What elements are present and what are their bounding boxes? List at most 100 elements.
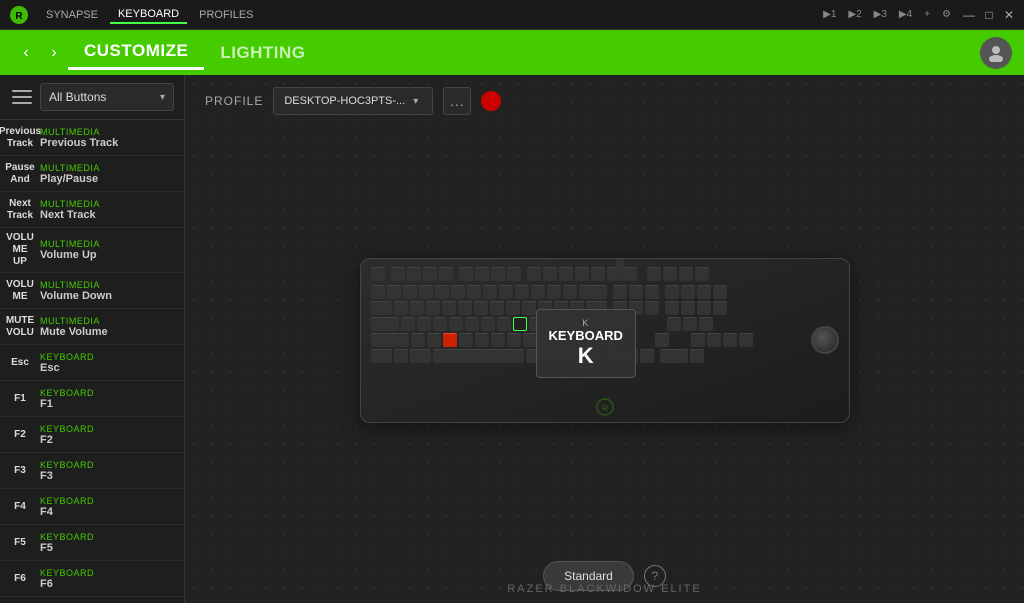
key-v[interactable] bbox=[459, 333, 473, 347]
close-button[interactable]: ✕ bbox=[1002, 8, 1016, 22]
user-avatar[interactable] bbox=[980, 37, 1012, 69]
key-2[interactable] bbox=[403, 285, 417, 299]
key-num0[interactable] bbox=[660, 349, 688, 363]
key-q[interactable] bbox=[394, 301, 408, 315]
tab-customize[interactable]: CUSTOMIZE bbox=[68, 35, 204, 70]
key-numplus[interactable] bbox=[713, 301, 727, 315]
key-s[interactable] bbox=[417, 317, 431, 331]
key-j[interactable] bbox=[497, 317, 511, 331]
back-button[interactable]: ‹ bbox=[12, 39, 40, 67]
key-num5[interactable] bbox=[683, 317, 697, 331]
key-c[interactable] bbox=[443, 333, 457, 347]
key-esc[interactable] bbox=[371, 267, 385, 281]
key-f1[interactable] bbox=[391, 267, 405, 281]
key-numlock[interactable] bbox=[665, 285, 679, 299]
key-media2[interactable] bbox=[663, 267, 677, 281]
sidebar-item-13[interactable]: F7 KEYBOARD F7 bbox=[0, 597, 184, 603]
volume-knob[interactable] bbox=[811, 326, 839, 354]
key-8[interactable] bbox=[499, 285, 513, 299]
synapse-tab[interactable]: SYNAPSE bbox=[38, 7, 106, 23]
add-profile-icon[interactable]: + bbox=[919, 7, 935, 22]
key-6[interactable] bbox=[467, 285, 481, 299]
key-numenter[interactable] bbox=[739, 333, 753, 347]
key-f3[interactable] bbox=[423, 267, 437, 281]
key-f10[interactable] bbox=[543, 267, 557, 281]
key-x[interactable] bbox=[427, 333, 441, 347]
key-t[interactable] bbox=[458, 301, 472, 315]
key-numdot[interactable] bbox=[690, 349, 704, 363]
key-numdiv[interactable] bbox=[681, 285, 695, 299]
key-lctrl[interactable] bbox=[371, 349, 392, 363]
forward-button[interactable]: › bbox=[40, 39, 68, 67]
sidebar-item-2[interactable]: Next Track MULTIMEDIA Next Track bbox=[0, 192, 184, 228]
key-num2[interactable] bbox=[707, 333, 721, 347]
key-f5[interactable] bbox=[459, 267, 473, 281]
sidebar-item-10[interactable]: F4 KEYBOARD F4 bbox=[0, 489, 184, 525]
key-4[interactable] bbox=[435, 285, 449, 299]
sidebar-item-11[interactable]: F5 KEYBOARD F5 bbox=[0, 525, 184, 561]
sidebar-item-4[interactable]: VOLU ME MULTIMEDIA Volume Down bbox=[0, 273, 184, 309]
key-f2[interactable] bbox=[407, 267, 421, 281]
key-num3[interactable] bbox=[723, 333, 737, 347]
key-w[interactable] bbox=[410, 301, 424, 315]
key-0[interactable] bbox=[531, 285, 545, 299]
key-i[interactable] bbox=[506, 301, 520, 315]
key-9[interactable] bbox=[515, 285, 529, 299]
key-arrup[interactable] bbox=[655, 333, 669, 347]
sidebar-item-3[interactable]: VOLU ME UP MULTIMEDIA Volume Up bbox=[0, 228, 184, 273]
key-f[interactable] bbox=[449, 317, 463, 331]
key-backtick[interactable] bbox=[371, 285, 385, 299]
key-capslock[interactable] bbox=[371, 317, 399, 331]
key-k[interactable] bbox=[513, 317, 527, 331]
key-space[interactable] bbox=[433, 349, 524, 363]
sidebar-item-0[interactable]: Previous Track MULTIMEDIA Previous Track bbox=[0, 120, 184, 156]
key-z[interactable] bbox=[411, 333, 425, 347]
key-minus[interactable] bbox=[547, 285, 561, 299]
key-pgup[interactable] bbox=[645, 285, 659, 299]
key-e[interactable] bbox=[426, 301, 440, 315]
key-lalt[interactable] bbox=[410, 349, 431, 363]
key-num9[interactable] bbox=[697, 301, 711, 315]
key-numminus[interactable] bbox=[713, 285, 727, 299]
key-lwin[interactable] bbox=[394, 349, 408, 363]
key-num4[interactable] bbox=[667, 317, 681, 331]
key-r[interactable] bbox=[442, 301, 456, 315]
key-1[interactable] bbox=[387, 285, 401, 299]
key-num8[interactable] bbox=[681, 301, 695, 315]
key-3[interactable] bbox=[419, 285, 433, 299]
sidebar-item-9[interactable]: F3 KEYBOARD F3 bbox=[0, 453, 184, 489]
key-ins[interactable] bbox=[613, 285, 627, 299]
key-nummul[interactable] bbox=[697, 285, 711, 299]
key-backspace[interactable] bbox=[579, 285, 607, 299]
minimize-button[interactable]: — bbox=[962, 8, 976, 22]
key-m[interactable] bbox=[507, 333, 521, 347]
key-f7[interactable] bbox=[491, 267, 505, 281]
sidebar-item-7[interactable]: F1 KEYBOARD F1 bbox=[0, 381, 184, 417]
all-buttons-dropdown[interactable]: All Buttons ▾ bbox=[40, 83, 174, 111]
key-f4[interactable] bbox=[439, 267, 453, 281]
key-pgdn[interactable] bbox=[645, 301, 659, 315]
key-h[interactable] bbox=[481, 317, 495, 331]
key-pause[interactable] bbox=[623, 267, 637, 281]
key-d[interactable] bbox=[433, 317, 447, 331]
sidebar-item-12[interactable]: F6 KEYBOARD F6 bbox=[0, 561, 184, 597]
tab-lighting[interactable]: LIGHTING bbox=[204, 37, 321, 69]
key-7[interactable] bbox=[483, 285, 497, 299]
key-num6[interactable] bbox=[699, 317, 713, 331]
key-comma[interactable] bbox=[523, 333, 537, 347]
menu-button[interactable] bbox=[10, 85, 34, 109]
key-home[interactable] bbox=[629, 285, 643, 299]
key-f9[interactable] bbox=[527, 267, 541, 281]
profiles-tab[interactable]: PROFILES bbox=[191, 7, 261, 23]
sidebar-item-6[interactable]: Esc KEYBOARD Esc bbox=[0, 345, 184, 381]
key-num7[interactable] bbox=[665, 301, 679, 315]
key-a[interactable] bbox=[401, 317, 415, 331]
key-f6[interactable] bbox=[475, 267, 489, 281]
sidebar-item-1[interactable]: Pause And MULTIMEDIA Play/Pause bbox=[0, 156, 184, 192]
key-lshift[interactable] bbox=[371, 333, 409, 347]
sidebar-item-8[interactable]: F2 KEYBOARD F2 bbox=[0, 417, 184, 453]
key-y[interactable] bbox=[474, 301, 488, 315]
key-prtsc[interactable] bbox=[591, 267, 605, 281]
key-f8[interactable] bbox=[507, 267, 521, 281]
key-n[interactable] bbox=[491, 333, 505, 347]
